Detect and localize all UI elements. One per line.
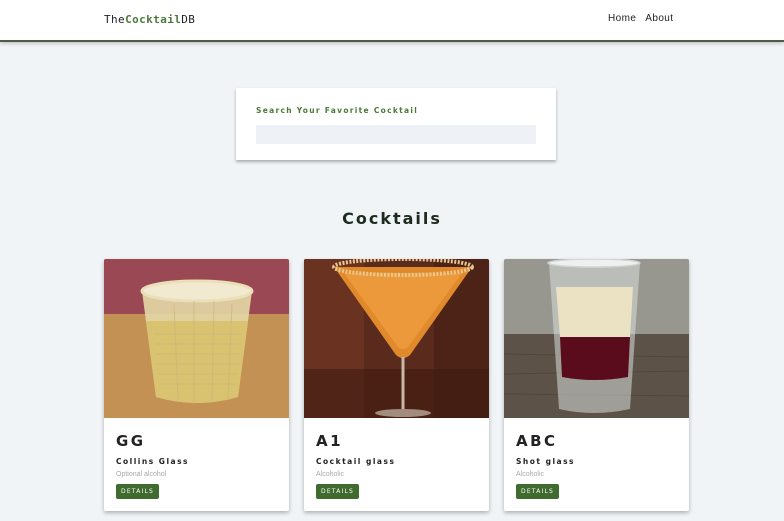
- card-body: A1 Cocktail glass Alcoholic DETAILS: [316, 432, 479, 499]
- cocktail-image: [304, 259, 489, 418]
- cocktail-info: Alcoholic: [316, 471, 345, 478]
- details-button[interactable]: DETAILS: [116, 484, 160, 499]
- nav-links: Home About: [608, 13, 682, 24]
- cocktail-glass: Collins Glass: [116, 457, 189, 466]
- card-body: ABC Shot glass Alcoholic DETAILS: [516, 432, 679, 499]
- details-button[interactable]: DETAILS: [516, 484, 560, 499]
- cocktail-card: A1 Cocktail glass Alcoholic DETAILS: [304, 259, 489, 511]
- navbar: TheCocktailDB Home About: [0, 0, 784, 40]
- logo-suffix: DB: [181, 13, 196, 26]
- cocktail-name: ABC: [516, 432, 558, 450]
- cocktail-glass: Cocktail glass: [316, 457, 396, 466]
- search-form: Search Your Favorite Cocktail: [236, 88, 556, 160]
- nav-link-home[interactable]: Home: [608, 13, 636, 24]
- cocktail-card: ABC Shot glass Alcoholic DETAILS: [504, 259, 689, 511]
- cocktail-info: Alcoholic: [516, 471, 545, 478]
- logo-accent: Cocktail: [125, 13, 182, 26]
- cocktail-info: Optional alcohol: [116, 471, 167, 478]
- cocktail-name: A1: [316, 432, 344, 450]
- nav-link-about[interactable]: About: [645, 13, 673, 24]
- card-body: GG Collins Glass Optional alcohol DETAIL…: [116, 432, 279, 499]
- search-input[interactable]: [256, 125, 536, 144]
- cocktail-image: [104, 259, 289, 418]
- logo-prefix: The: [104, 13, 126, 26]
- site-logo[interactable]: TheCocktailDB: [104, 13, 195, 26]
- search-label: Search Your Favorite Cocktail: [256, 106, 419, 115]
- cocktail-card: GG Collins Glass Optional alcohol DETAIL…: [104, 259, 289, 511]
- cocktail-image: [504, 259, 689, 418]
- section-title: Cocktails: [342, 209, 442, 228]
- cocktail-glass: Shot glass: [516, 457, 576, 466]
- details-button[interactable]: DETAILS: [316, 484, 360, 499]
- cocktail-name: GG: [116, 432, 146, 450]
